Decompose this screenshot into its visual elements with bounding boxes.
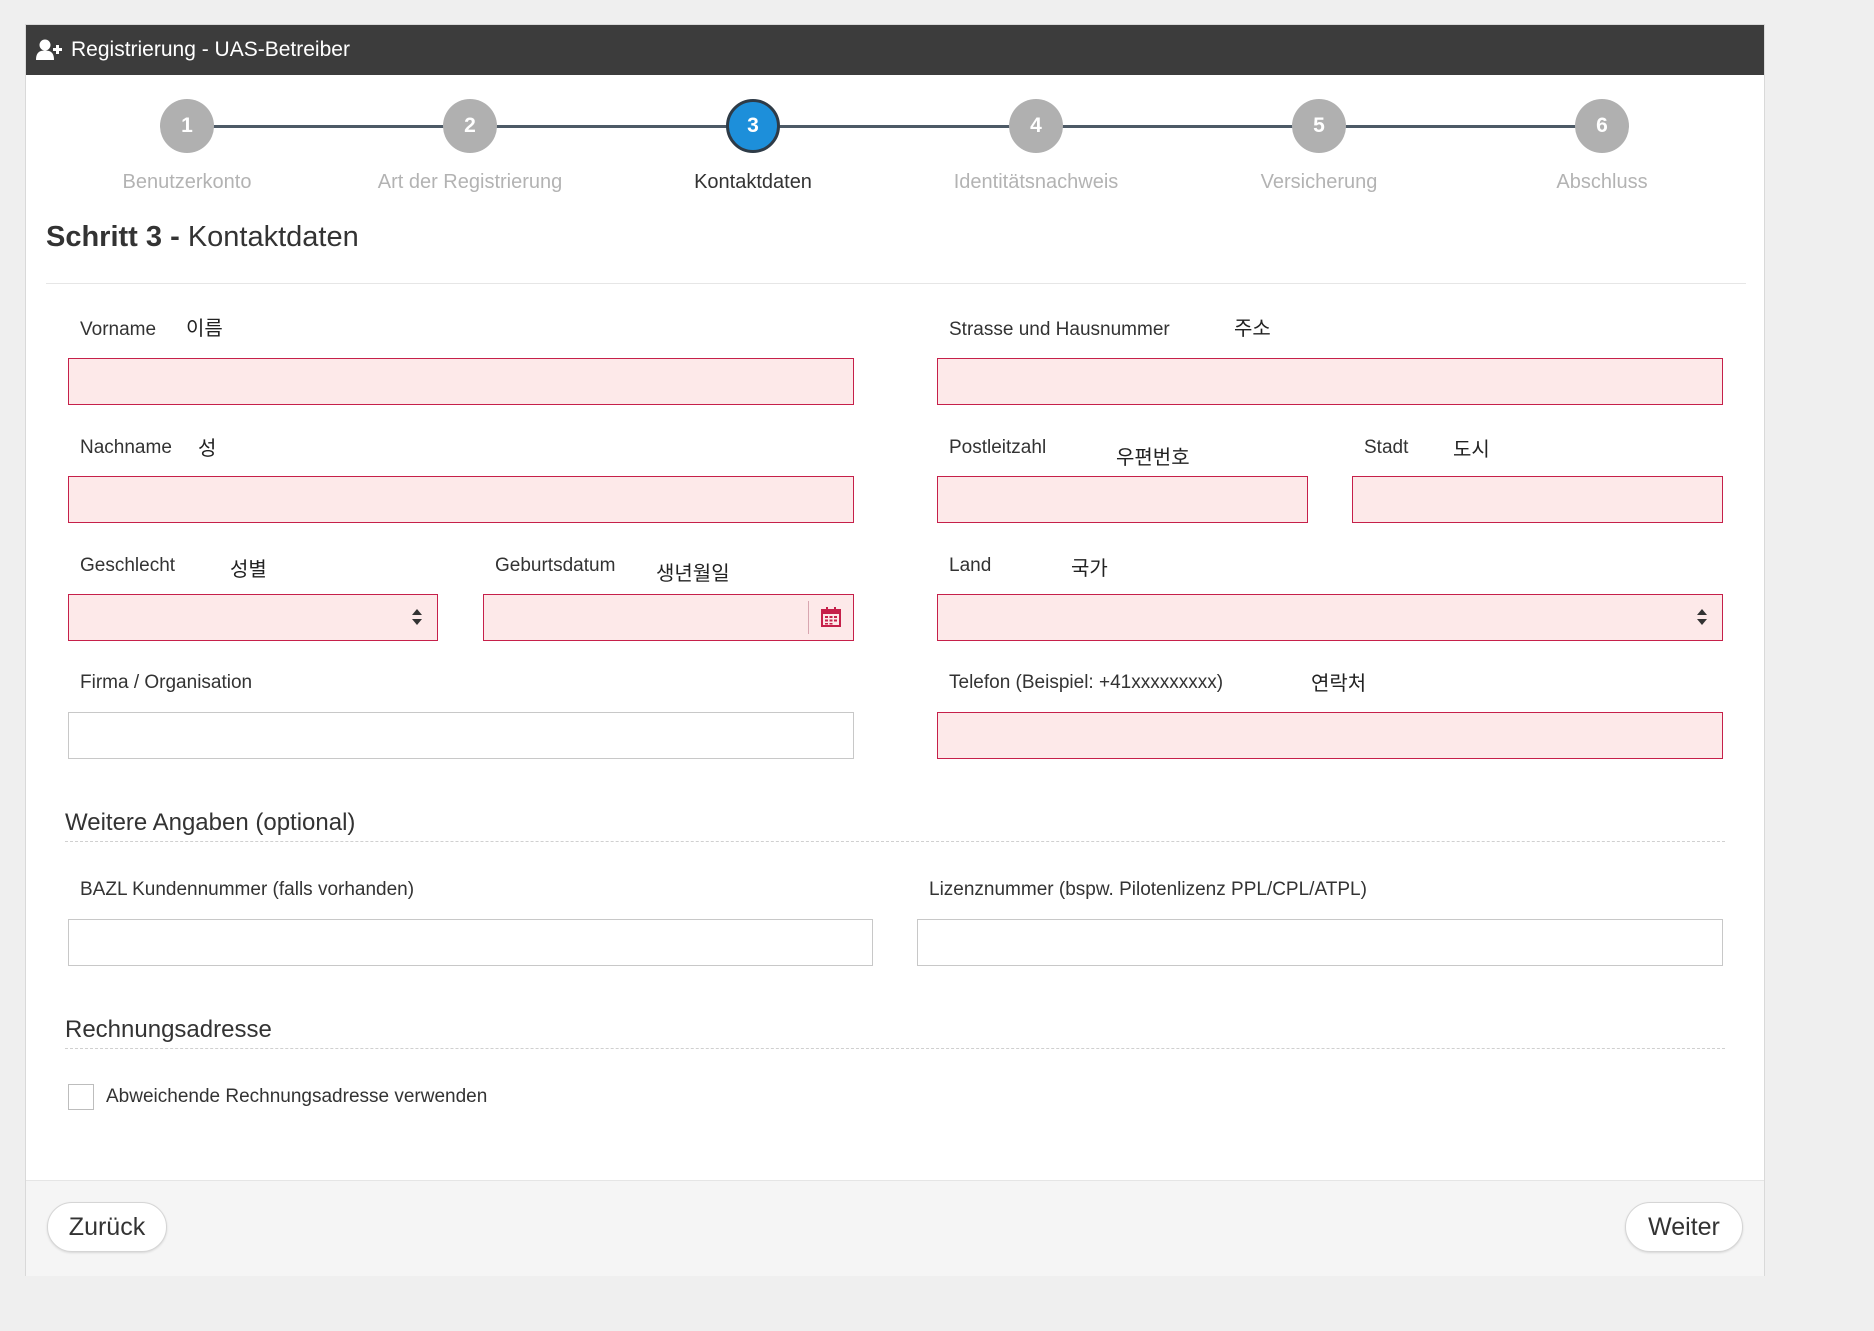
wizard-step-6[interactable]: 6 bbox=[1575, 99, 1629, 153]
title-separator: - bbox=[162, 221, 188, 253]
telefon-label: Telefon (Beispiel: +41xxxxxxxxx) bbox=[949, 672, 1224, 693]
step-name: Kontaktdaten bbox=[187, 221, 359, 253]
nachname-input[interactable] bbox=[69, 477, 853, 522]
stadt-field[interactable] bbox=[1352, 476, 1723, 523]
weitere-angaben-title: Weitere Angaben (optional) bbox=[65, 809, 356, 836]
vorname-annotation: 이름 bbox=[186, 316, 223, 340]
back-button[interactable]: Zurück bbox=[47, 1202, 167, 1252]
section-divider bbox=[65, 1048, 1725, 1049]
panel-header: Registrierung - UAS-Betreiber bbox=[26, 25, 1764, 75]
lizenz-input[interactable] bbox=[918, 920, 1722, 965]
next-button[interactable]: Weiter bbox=[1625, 1202, 1743, 1252]
geburtsdatum-field[interactable] bbox=[483, 594, 854, 641]
wizard-label-2: Art der Registrierung bbox=[377, 171, 563, 193]
firma-label: Firma / Organisation bbox=[80, 672, 253, 693]
billing-address-checkbox[interactable] bbox=[68, 1084, 94, 1110]
stadt-input[interactable] bbox=[1353, 477, 1722, 522]
wizard-step-1[interactable]: 1 bbox=[160, 99, 214, 153]
geschlecht-select[interactable] bbox=[68, 594, 438, 641]
page-title: Schritt 3 - Kontaktdaten bbox=[46, 221, 359, 254]
wizard-connector bbox=[1319, 125, 1602, 128]
land-select[interactable] bbox=[937, 594, 1723, 641]
stadt-annotation: 도시 bbox=[1453, 437, 1490, 461]
strasse-label: Strasse und Hausnummer bbox=[949, 319, 1170, 340]
wizard-connector bbox=[470, 125, 753, 128]
nachname-label: Nachname bbox=[80, 437, 172, 458]
select-arrows-icon bbox=[1697, 609, 1707, 625]
stadt-label: Stadt bbox=[1364, 437, 1409, 458]
lizenz-field[interactable] bbox=[917, 919, 1723, 966]
user-plus-icon bbox=[36, 39, 62, 61]
geburtsdatum-label: Geburtsdatum bbox=[495, 555, 616, 576]
geschlecht-annotation: 성별 bbox=[230, 557, 267, 581]
wizard-label-4: Identitätsnachweis bbox=[953, 171, 1119, 193]
geburtsdatum-input[interactable] bbox=[484, 595, 804, 640]
panel-footer: Zurück Weiter bbox=[26, 1180, 1764, 1276]
nachname-annotation: 성 bbox=[198, 436, 217, 460]
section-divider bbox=[65, 841, 1725, 842]
wizard-label-5: Versicherung bbox=[1260, 171, 1378, 193]
vorname-input[interactable] bbox=[69, 359, 853, 404]
geschlecht-label: Geschlecht bbox=[80, 555, 176, 576]
wizard-step-3[interactable]: 3 bbox=[726, 99, 780, 153]
telefon-input[interactable] bbox=[938, 713, 1722, 758]
step-number: Schritt 3 bbox=[46, 221, 163, 253]
calendar-icon[interactable] bbox=[821, 607, 841, 627]
rechnungsadresse-title: Rechnungsadresse bbox=[65, 1016, 272, 1043]
nachname-field[interactable] bbox=[68, 476, 854, 523]
land-annotation: 국가 bbox=[1071, 556, 1108, 580]
wizard-connector bbox=[753, 125, 1036, 128]
wizard-label-1: Benutzerkonto bbox=[122, 171, 252, 193]
billing-address-checkbox-label[interactable]: Abweichende Rechnungsadresse verwenden bbox=[106, 1086, 487, 1108]
land-label: Land bbox=[949, 555, 992, 576]
firma-field[interactable] bbox=[68, 712, 854, 759]
divider bbox=[46, 283, 1746, 284]
strasse-field[interactable] bbox=[937, 358, 1723, 405]
wizard-connector bbox=[1036, 125, 1319, 128]
geburtsdatum-annotation: 생년월일 bbox=[656, 561, 730, 585]
firma-input[interactable] bbox=[69, 713, 853, 758]
plz-label: Postleitzahl bbox=[949, 437, 1047, 458]
vorname-field[interactable] bbox=[68, 358, 854, 405]
wizard-step-5[interactable]: 5 bbox=[1292, 99, 1346, 153]
bazl-label: BAZL Kundennummer (falls vorhanden) bbox=[80, 879, 415, 900]
vorname-label: Vorname bbox=[80, 319, 157, 340]
bazl-input[interactable] bbox=[69, 920, 872, 965]
telefon-field[interactable] bbox=[937, 712, 1723, 759]
wizard-step-2[interactable]: 2 bbox=[443, 99, 497, 153]
telefon-annotation: 연락처 bbox=[1311, 671, 1367, 695]
plz-input[interactable] bbox=[938, 477, 1307, 522]
strasse-input[interactable] bbox=[938, 359, 1722, 404]
wizard-step-4[interactable]: 4 bbox=[1009, 99, 1063, 153]
wizard-label-6: Abschluss bbox=[1556, 171, 1648, 193]
registration-panel: Registrierung - UAS-Betreiber 1 2 3 4 5 … bbox=[25, 24, 1765, 1276]
plz-annotation: 우편번호 bbox=[1116, 445, 1190, 469]
wizard-label-3: Kontaktdaten bbox=[694, 171, 812, 193]
bazl-field[interactable] bbox=[68, 919, 873, 966]
select-arrows-icon bbox=[412, 609, 422, 625]
calendar-separator bbox=[808, 601, 809, 634]
panel-title: Registrierung - UAS-Betreiber bbox=[71, 38, 350, 61]
wizard-connector bbox=[187, 125, 470, 128]
lizenz-label: Lizenznummer (bspw. Pilotenlizenz PPL/CP… bbox=[929, 879, 1367, 900]
plz-field[interactable] bbox=[937, 476, 1308, 523]
strasse-annotation: 주소 bbox=[1234, 316, 1271, 340]
